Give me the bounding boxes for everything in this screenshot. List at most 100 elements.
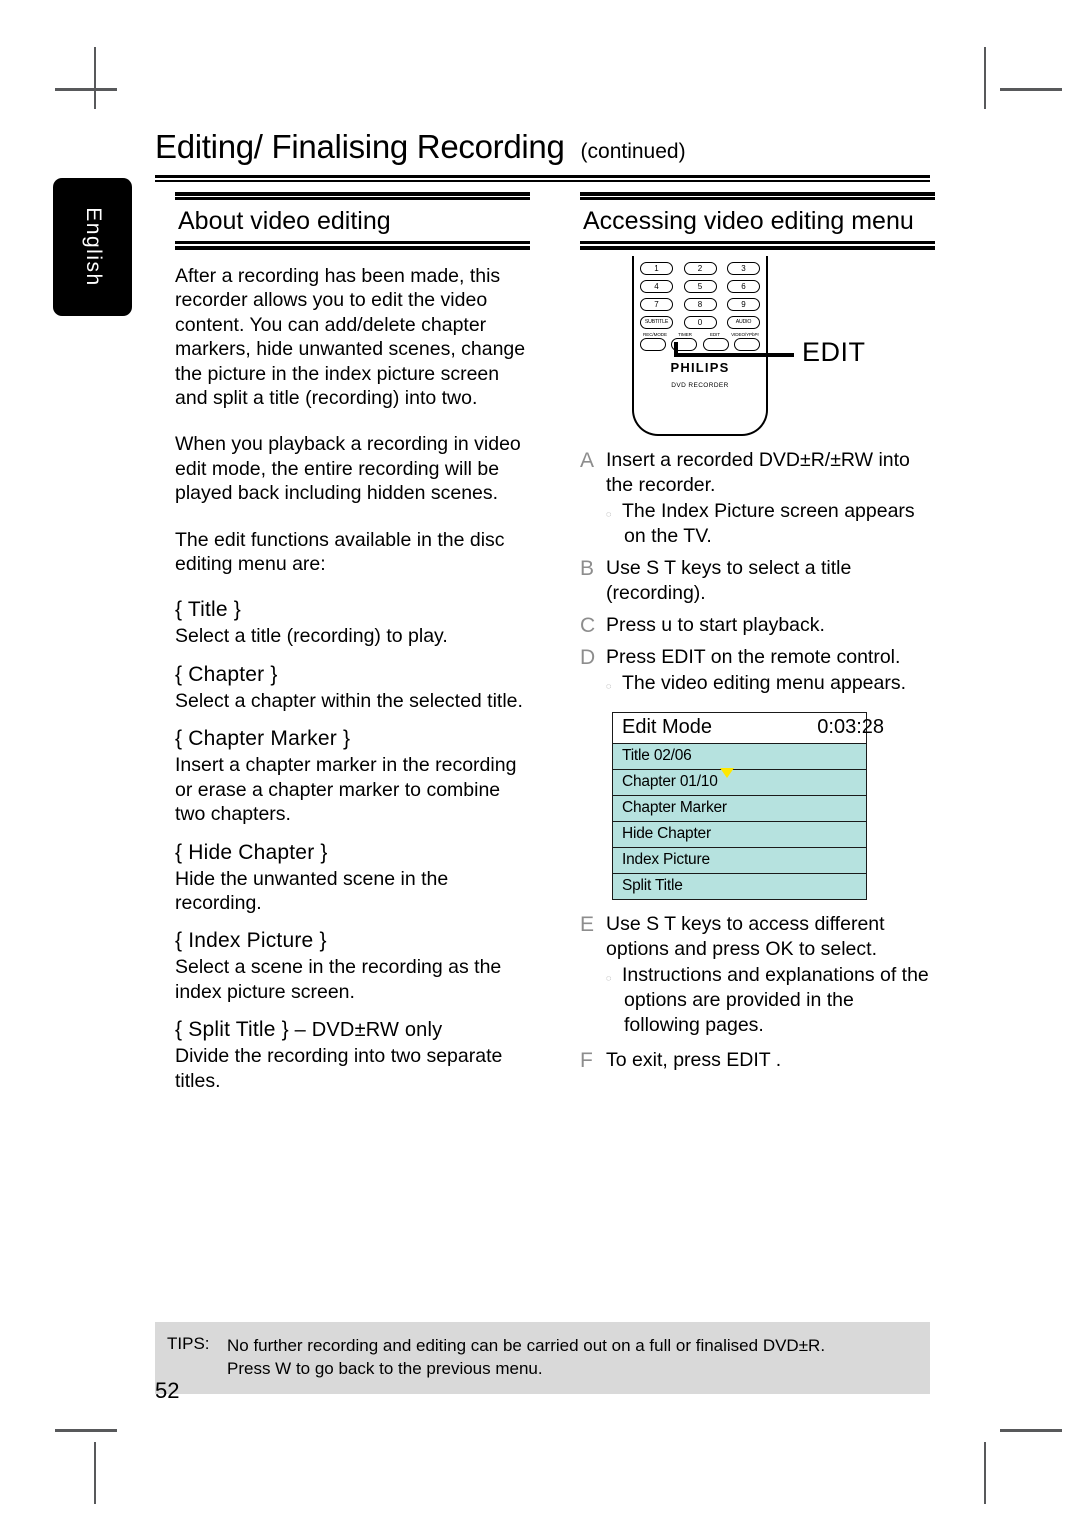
remote-label-video: VIDEO/YPbPr (731, 332, 759, 337)
remote-label-rec-mode: REC/MODE (643, 332, 667, 337)
function-name-index-picture: { Index Picture } (175, 929, 327, 953)
step-f-text: To exit, press EDIT . (606, 1049, 782, 1071)
step-d: D Press EDIT on the remote control. ◌ Th… (580, 645, 935, 702)
step-f: F To exit, press EDIT . (580, 1048, 935, 1073)
accessing-menu-heading-block: Accessing video editing menu (580, 192, 935, 250)
function-desc-title: Select a title (recording) to play. (175, 625, 448, 648)
remote-key-0: 0 (683, 316, 717, 329)
step-c-letter: C (580, 614, 596, 637)
function-suffix-split-title: – DVD±RW only (288, 1019, 443, 1042)
step-d-substep-text: The video editing menu appears. (622, 672, 907, 694)
about-video-editing-heading-block: About video editing (175, 192, 530, 250)
page-title-continued: (continued) (580, 140, 686, 163)
remote-key-5: 5 (683, 280, 717, 293)
remote-key-8: 8 (683, 298, 717, 311)
osd-row-index-picture-label: Index Picture (622, 851, 710, 868)
page-title: Editing/ Finalising Recording (155, 128, 565, 165)
function-item-title: { Title } Select a title (recording) to … (175, 598, 530, 648)
osd-row-title[interactable]: Title 02/06 (613, 743, 866, 769)
step-a: A Insert a recorded DVD±R/±RW into the r… (580, 448, 935, 549)
remote-key-rec-mode (640, 338, 666, 351)
osd-row-chapter[interactable]: Chapter 01/10 (613, 768, 866, 795)
function-name-split-title: { Split Title } (175, 1018, 289, 1042)
crop-mark-top-right-horizontal (1000, 88, 1062, 91)
step-b: B Use S T keys to select a title (record… (580, 556, 935, 606)
osd-header: Edit Mode 0:03:28 (613, 713, 884, 743)
function-desc-split-title: Divide the recording into two separate t… (175, 1045, 503, 1092)
remote-key-video-ypbpr (733, 338, 760, 351)
edit-mode-osd: Edit Mode 0:03:28 Title 02/06 Chapter 01… (612, 712, 884, 900)
function-item-chapter-marker: { Chapter Marker } Insert a chapter mark… (175, 727, 530, 826)
remote-function-row: SUBTITLE 0 AUDIO (640, 316, 760, 329)
language-tab: English (53, 178, 132, 316)
step-b-letter: B (580, 557, 595, 580)
remote-numeric-row-1: 1 2 3 (640, 262, 760, 275)
remote-bottom-button-row (640, 338, 760, 351)
steps-block-top: A Insert a recorded DVD±R/±RW into the r… (580, 448, 935, 702)
crop-mark-bottom-right-horizontal (1000, 1429, 1062, 1432)
function-name-hide-chapter: { Hide Chapter } (175, 840, 328, 864)
step-e-letter: E (580, 913, 595, 936)
remote-key-edit (702, 338, 729, 351)
callout-connector-line (674, 353, 794, 357)
step-b-text: Use S T keys to select a title (recordin… (606, 557, 852, 604)
about-paragraph-2: When you playback a recording in video e… (175, 433, 521, 505)
step-a-letter: A (580, 449, 595, 472)
function-desc-chapter-marker: Insert a chapter marker in the recording… (175, 754, 517, 826)
tips-box: TIPS: No further recording and editing c… (155, 1322, 930, 1394)
remote-brand-logo: PHILIPS (670, 360, 730, 375)
callout-label-edit: EDIT (802, 337, 866, 367)
function-item-index-picture: { Index Picture } Select a scene in the … (175, 929, 530, 1004)
osd-row-title-label: Title 02/06 (622, 747, 692, 764)
step-e-substep-text: Instructions and explanations of the opt… (622, 964, 929, 1036)
remote-key-4: 4 (640, 280, 673, 293)
function-item-hide-chapter: { Hide Chapter } Hide the unwanted scene… (175, 841, 530, 916)
step-d-substep: ◌ The video editing menu appears. (606, 671, 935, 702)
remote-key-9: 9 (727, 298, 760, 311)
osd-row-hide-chapter[interactable]: Hide Chapter (613, 821, 866, 847)
function-name-title: { Title } (175, 598, 242, 622)
step-c: C Press u to start playback. (580, 613, 935, 638)
step-d-letter: D (580, 646, 596, 669)
crop-mark-top-left-horizontal (55, 88, 117, 91)
remote-model-label: DVD RECORDER (671, 382, 729, 389)
steps-block-bottom: E Use S T keys to access different optio… (580, 912, 935, 1073)
about-video-editing-heading: About video editing (178, 207, 391, 235)
header-rule (155, 175, 930, 182)
crop-mark-bottom-left-vertical (94, 1442, 96, 1504)
remote-numeric-row-3: 7 8 9 (640, 298, 760, 311)
tips-line-1: No further recording and editing can be … (227, 1336, 826, 1355)
remote-bottom-label-row: REC/MODE TIMER EDIT VIDEO/YPbPr (640, 332, 760, 337)
heading-rule-bottom-right (580, 241, 935, 250)
osd-row-chapter-label: Chapter 01/10 (622, 773, 718, 790)
heading-rule-top (175, 192, 530, 200)
step-d-text: Press EDIT on the remote control. (606, 646, 901, 668)
heading-rule-bottom (175, 241, 530, 250)
function-item-chapter: { Chapter } Select a chapter within the … (175, 663, 530, 713)
crop-mark-top-right-vertical (984, 47, 986, 109)
osd-row-hide-chapter-label: Hide Chapter (622, 825, 711, 842)
remote-key-7: 7 (640, 298, 673, 311)
about-paragraph-3: The edit functions available in the disc… (175, 528, 505, 576)
remote-key-3: 3 (727, 262, 760, 275)
accessing-menu-heading: Accessing video editing menu (583, 207, 914, 235)
function-item-split-title: { Split Title } – DVD±RW only Divide the… (175, 1018, 530, 1093)
heading-rule-top-right (580, 192, 935, 200)
step-e: E Use S T keys to access different optio… (580, 912, 935, 1038)
language-tab-label: English (81, 207, 105, 287)
osd-row-chapter-marker[interactable]: Chapter Marker (613, 795, 866, 821)
step-c-text: Press u to start playback. (606, 614, 825, 636)
osd-row-split-title-label: Split Title (622, 877, 683, 894)
step-f-letter: F (580, 1049, 593, 1072)
step-e-text: Use S T keys to access different options… (606, 913, 885, 960)
remote-key-1: 1 (640, 262, 673, 275)
osd-title: Edit Mode (622, 716, 713, 738)
function-desc-chapter: Select a chapter within the selected tit… (175, 689, 523, 712)
remote-key-subtitle: SUBTITLE (640, 316, 673, 329)
osd-elapsed-time: 0:03:28 (817, 716, 884, 738)
tips-line-2: Press W to go back to the previous menu. (227, 1359, 543, 1378)
osd-row-split-title[interactable]: Split Title (613, 873, 866, 899)
osd-row-index-picture[interactable]: Index Picture (613, 847, 866, 873)
step-a-substep: ◌ The Index Picture screen appears on th… (606, 499, 935, 549)
about-paragraph-1: After a recording has been made, this re… (175, 265, 526, 410)
